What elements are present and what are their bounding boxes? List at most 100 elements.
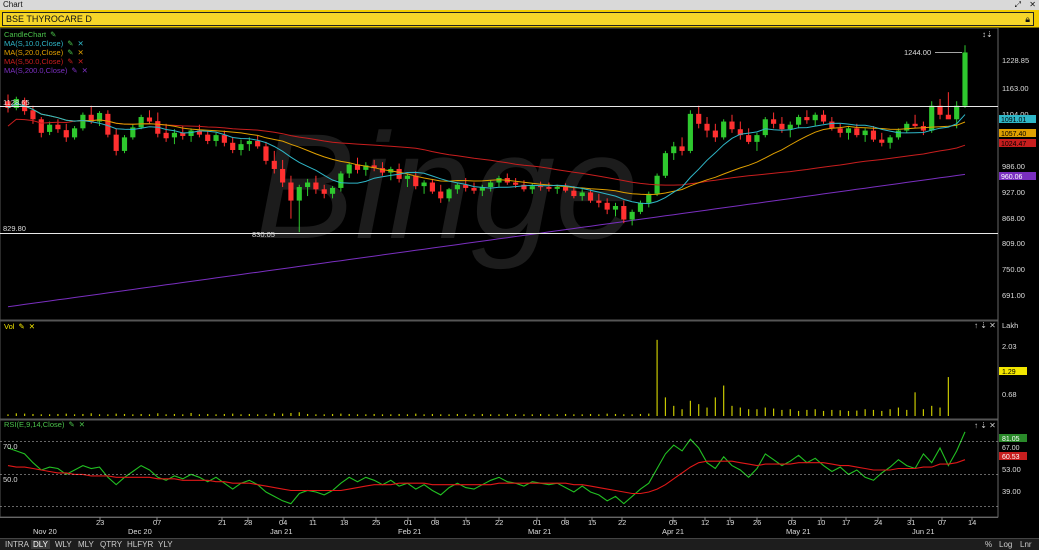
candle-body	[662, 153, 668, 176]
x-tick-label: 17	[842, 518, 850, 527]
timeframe-dly[interactable]: DLY	[31, 540, 50, 549]
candle-body	[554, 187, 560, 189]
volume-unit: Lakh	[1002, 321, 1018, 330]
pencil-icon[interactable]: ✎	[50, 30, 56, 39]
x-month-label: May 21	[786, 527, 811, 536]
candle-body	[263, 146, 269, 161]
candle-body	[579, 192, 585, 197]
remove-icon[interactable]: ✕	[82, 66, 88, 75]
rsi-signal-text: 67.00	[1002, 445, 1020, 452]
price-tick: 868.00	[1002, 214, 1025, 223]
candle-body	[954, 105, 960, 120]
window-titlebar: Chart ⤢ ✕	[0, 0, 1039, 10]
rsi-panel-icons[interactable]: ↑ ⇣ ✕	[974, 421, 996, 430]
candle-body	[105, 113, 111, 135]
rsi-level-label: 50.0	[3, 475, 18, 484]
rsi-panel[interactable]	[0, 419, 999, 518]
chart-svg[interactable]: Binge 1128.65 829.80 830.05 1244.00 1228…	[0, 27, 1039, 537]
x-axis-ticks: 23 07 21 28 04 11 18 25 01 08 15 22 01 08 15 22 05 12 19 26…	[33, 517, 976, 536]
x-tick-label: 01	[533, 518, 541, 527]
candle-body	[729, 121, 735, 130]
pencil-icon[interactable]: ✎	[68, 420, 74, 429]
candle-body	[446, 189, 452, 199]
remove-icon[interactable]: ✕	[77, 57, 83, 66]
x-tick-label: 24	[874, 518, 882, 527]
candle-body	[879, 139, 885, 143]
timeframe-hlfyr[interactable]: HLFYR	[125, 540, 155, 549]
x-tick-label: 15	[588, 518, 596, 527]
candle-body	[221, 135, 227, 143]
candle-body	[646, 193, 652, 203]
x-month-label: Jun 21	[912, 527, 935, 536]
pencil-icon[interactable]: ✎	[67, 39, 73, 48]
candle-body	[538, 186, 544, 188]
panel-scroll-icon[interactable]: ↕⇣	[982, 30, 993, 39]
candle-body	[771, 119, 777, 124]
pencil-icon[interactable]: ✎	[67, 48, 73, 57]
remove-icon[interactable]: ✕	[29, 322, 35, 331]
candle-body	[704, 123, 710, 131]
pencil-icon[interactable]: ✎	[67, 57, 73, 66]
legend-ma50[interactable]: MA(S,50.0,Close) ✎ ✕	[4, 57, 88, 66]
timeframe-wly[interactable]: WLY	[53, 540, 74, 549]
x-tick-label: 25	[372, 518, 380, 527]
x-tick-label: 11	[309, 518, 317, 527]
remove-icon[interactable]: ✕	[77, 39, 83, 48]
candle-body	[413, 175, 419, 187]
minimize-icon[interactable]: ⤢	[1015, 0, 1021, 9]
candle-body	[205, 134, 211, 141]
remove-icon[interactable]: ✕	[77, 48, 83, 57]
candle-body	[629, 211, 635, 220]
timeframe-intra[interactable]: INTRA	[3, 540, 31, 549]
candle-body	[937, 105, 943, 115]
legend-ma20[interactable]: MA(S,20.0,Close) ✎ ✕	[4, 48, 88, 57]
candle-body	[146, 117, 153, 122]
candle-body	[438, 191, 444, 199]
pencil-icon[interactable]: ✎	[71, 66, 77, 75]
candle-body	[845, 128, 852, 133]
candle-body	[687, 113, 693, 151]
x-month-label: Dec 20	[128, 527, 152, 536]
bottom-toolbar: INTRA DLY WLY MLY QTRY HLFYR YLY % Log L…	[0, 538, 1039, 550]
volume-panel[interactable]	[0, 320, 999, 420]
timeframe-mly[interactable]: MLY	[76, 540, 96, 549]
legend-ma200[interactable]: MA(S,200.0,Close) ✎ ✕	[4, 66, 88, 75]
chart-area[interactable]: Binge 1128.65 829.80 830.05 1244.00 1228…	[0, 27, 1039, 537]
watermark: Binge	[255, 102, 639, 270]
candle-body	[621, 206, 627, 220]
candle-body	[721, 121, 727, 138]
candle-body	[779, 123, 785, 130]
lock-icon[interactable]: 🔒︎	[1025, 13, 1030, 25]
candle-body	[571, 190, 577, 197]
candle-body	[329, 187, 336, 194]
timeframe-yly[interactable]: YLY	[156, 540, 175, 549]
timeframe-qtry[interactable]: QTRY	[98, 540, 124, 549]
legend-ma10[interactable]: MA(S,10.0,Close) ✎ ✕	[4, 39, 88, 48]
candle-body	[71, 128, 78, 138]
close-icon[interactable]: ✕	[1029, 0, 1036, 9]
legend-candlechart[interactable]: CandleChart ✎	[4, 30, 88, 39]
rsi-tick: 39.00	[1002, 487, 1021, 496]
candle-body	[188, 130, 194, 136]
pencil-icon[interactable]: ✎	[18, 322, 24, 331]
volume-legend[interactable]: Vol ✎ ✕	[4, 322, 35, 331]
price-legend: CandleChart ✎ MA(S,10.0,Close) ✎ ✕ MA(S,20.…	[4, 30, 88, 75]
price-tick: 691.00	[1002, 291, 1025, 300]
candle-body	[887, 137, 893, 143]
percent-toggle[interactable]: %	[985, 540, 992, 549]
window-controls[interactable]: ⤢ ✕	[1015, 0, 1036, 10]
ma10-badge-text: 1091.01	[1001, 117, 1026, 124]
log-toggle[interactable]: Log	[999, 540, 1012, 549]
symbol-bar: BSE THYROCARE D 🔒︎	[0, 10, 1039, 28]
candle-body	[754, 135, 760, 142]
rsi-legend[interactable]: RSI(E,9,14,Close) ✎ ✕	[4, 420, 85, 429]
symbol-box[interactable]: BSE THYROCARE D 🔒︎	[2, 12, 1034, 26]
x-tick-label: 12	[701, 518, 709, 527]
rsi-badge-text: 81.05	[1002, 436, 1020, 443]
remove-icon[interactable]: ✕	[79, 420, 85, 429]
candle-body	[671, 146, 677, 154]
volume-panel-icons[interactable]: ↑ ⇣ ✕	[974, 321, 996, 330]
linear-toggle[interactable]: Lnr	[1020, 540, 1032, 549]
candle-body	[471, 187, 477, 191]
x-tick-label: 22	[618, 518, 626, 527]
